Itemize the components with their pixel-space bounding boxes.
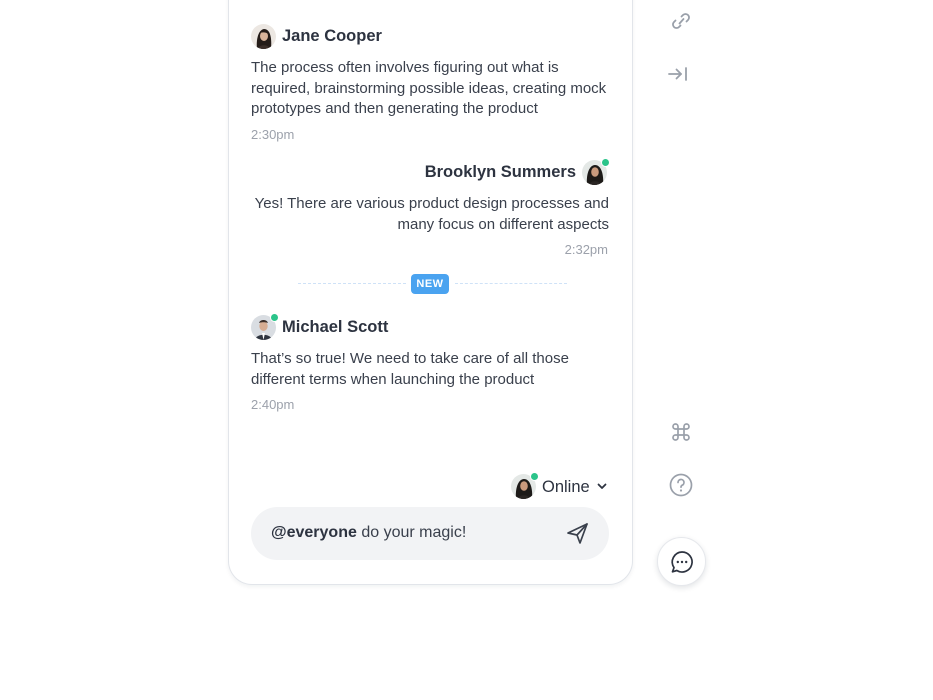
message-text: That’s so true! We need to take care of … (251, 350, 569, 388)
new-messages-badge: NEW (411, 274, 449, 294)
chevron-down-icon (597, 483, 607, 489)
link-icon[interactable] (668, 8, 694, 34)
message-time: 2:40pm (251, 397, 295, 412)
help-icon[interactable] (668, 472, 694, 498)
mention-tag: @everyone (271, 524, 357, 541)
online-status-dot (601, 158, 610, 167)
command-icon[interactable] (668, 419, 694, 445)
online-status-dot (270, 313, 279, 322)
message-composer[interactable]: @everyone do your magic! (251, 507, 609, 560)
sender-name: Brooklyn Summers (424, 163, 576, 181)
message-text: Yes! There are various product design pr… (254, 195, 609, 233)
sender-name: Jane Cooper (282, 27, 382, 45)
sender-name: Michael Scott (282, 318, 389, 336)
message-time: 2:32pm (564, 242, 608, 257)
avatar-michael-scott[interactable] (251, 313, 279, 340)
send-icon[interactable] (565, 521, 591, 547)
collapse-panel-icon[interactable] (665, 61, 691, 87)
composer-input[interactable]: @everyone do your magic! (271, 524, 466, 542)
online-status-dot (530, 472, 539, 481)
composer-text: do your magic! (361, 524, 467, 541)
message-text: The process often involves figuring out … (251, 59, 607, 117)
chat-launcher-button[interactable] (657, 537, 706, 586)
avatar-image (251, 24, 276, 49)
status-label: Online (542, 478, 590, 496)
new-divider-line-right (455, 283, 567, 284)
new-divider-line-left (298, 283, 406, 284)
message-time: 2:30pm (251, 127, 295, 142)
avatar-jane-cooper[interactable] (251, 24, 276, 49)
chat-icon (671, 550, 693, 573)
status-selector[interactable]: Online (510, 472, 610, 499)
current-user-avatar (511, 472, 539, 499)
avatar-brooklyn-summers[interactable] (582, 158, 610, 185)
